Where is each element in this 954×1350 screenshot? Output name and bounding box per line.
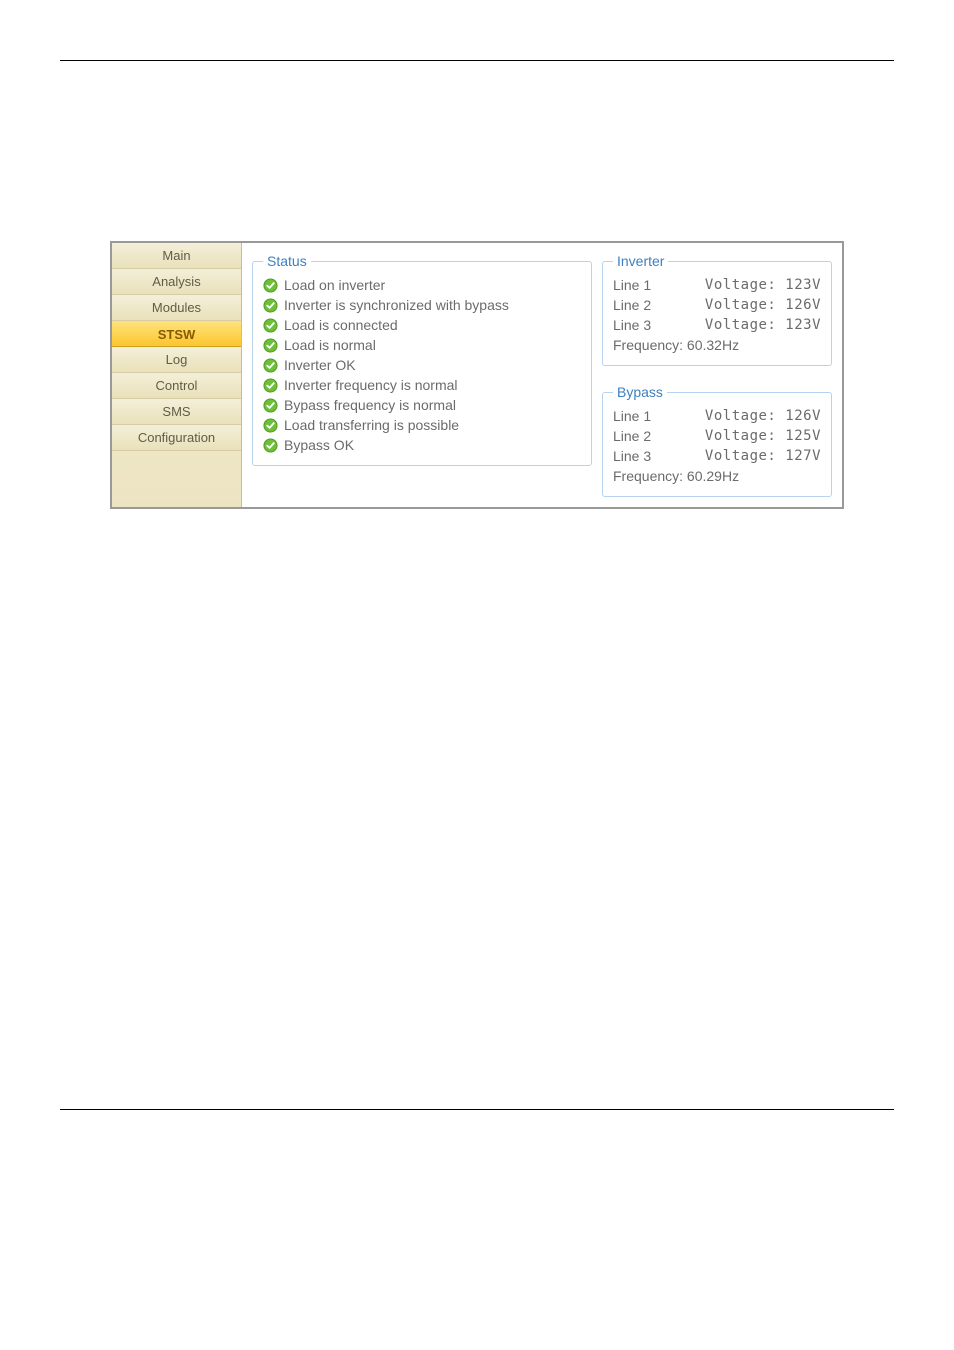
status-text: Inverter is synchronized with bypass <box>284 297 509 313</box>
ok-icon <box>263 398 278 413</box>
status-row: Load transferring is possible <box>263 415 581 435</box>
status-text: Bypass OK <box>284 437 354 453</box>
status-text: Inverter OK <box>284 357 356 373</box>
page: Main Analysis Modules STSW Log Control S… <box>0 0 954 1110</box>
ok-icon <box>263 338 278 353</box>
sidebar-item-stsw[interactable]: STSW <box>112 321 241 347</box>
line-label: Line 2 <box>613 428 673 444</box>
bypass-legend: Bypass <box>613 384 667 400</box>
bypass-line-2: Line 2 Voltage: 125V <box>613 426 821 446</box>
ok-icon <box>263 358 278 373</box>
sidebar-item-main[interactable]: Main <box>112 243 241 269</box>
inverter-line-3: Line 3 Voltage: 123V <box>613 315 821 335</box>
status-text: Inverter frequency is normal <box>284 377 458 393</box>
divider-bottom <box>60 1109 894 1110</box>
bypass-panel: Bypass Line 1 Voltage: 126V Line 2 Volta… <box>602 384 832 497</box>
status-row: Inverter OK <box>263 355 581 375</box>
status-row: Load is connected <box>263 315 581 335</box>
ok-icon <box>263 418 278 433</box>
sidebar-item-control[interactable]: Control <box>112 373 241 399</box>
status-text: Load on inverter <box>284 277 385 293</box>
inverter-line-1: Line 1 Voltage: 123V <box>613 275 821 295</box>
line-label: Line 1 <box>613 277 673 293</box>
inverter-panel: Inverter Line 1 Voltage: 123V Line 2 Vol… <box>602 253 832 366</box>
readings-column: Inverter Line 1 Voltage: 123V Line 2 Vol… <box>602 253 832 497</box>
line-value: Voltage: 125V <box>705 428 821 444</box>
ok-icon <box>263 378 278 393</box>
status-row: Inverter frequency is normal <box>263 375 581 395</box>
status-text: Load transferring is possible <box>284 417 459 433</box>
ok-icon <box>263 318 278 333</box>
line-value: Voltage: 126V <box>705 408 821 424</box>
line-value: Voltage: 123V <box>705 317 821 333</box>
ok-icon <box>263 438 278 453</box>
sidebar-item-configuration[interactable]: Configuration <box>112 425 241 451</box>
status-text: Load is connected <box>284 317 398 333</box>
sidebar-item-sms[interactable]: SMS <box>112 399 241 425</box>
status-row: Load on inverter <box>263 275 581 295</box>
line-value: Voltage: 123V <box>705 277 821 293</box>
line-label: Line 1 <box>613 408 673 424</box>
ok-icon <box>263 298 278 313</box>
bypass-line-3: Line 3 Voltage: 127V <box>613 446 821 466</box>
sidebar-item-analysis[interactable]: Analysis <box>112 269 241 295</box>
sidebar-item-log[interactable]: Log <box>112 347 241 373</box>
bypass-frequency: Frequency: 60.29Hz <box>613 466 821 486</box>
status-text: Bypass frequency is normal <box>284 397 456 413</box>
line-label: Line 3 <box>613 317 673 333</box>
line-label: Line 2 <box>613 297 673 313</box>
status-row: Load is normal <box>263 335 581 355</box>
status-panel: Status Load on inverter Inverter is sync… <box>252 253 592 466</box>
sidebar: Main Analysis Modules STSW Log Control S… <box>112 243 242 507</box>
status-column: Status Load on inverter Inverter is sync… <box>252 253 592 497</box>
line-label: Line 3 <box>613 448 673 464</box>
ok-icon <box>263 278 278 293</box>
divider-top <box>60 60 894 61</box>
line-value: Voltage: 127V <box>705 448 821 464</box>
line-value: Voltage: 126V <box>705 297 821 313</box>
status-row: Bypass OK <box>263 435 581 455</box>
bypass-line-1: Line 1 Voltage: 126V <box>613 406 821 426</box>
inverter-legend: Inverter <box>613 253 668 269</box>
status-row: Bypass frequency is normal <box>263 395 581 415</box>
status-legend: Status <box>263 253 311 269</box>
app-window: Main Analysis Modules STSW Log Control S… <box>110 241 844 509</box>
inverter-line-2: Line 2 Voltage: 126V <box>613 295 821 315</box>
sidebar-item-modules[interactable]: Modules <box>112 295 241 321</box>
content-area: Status Load on inverter Inverter is sync… <box>242 243 842 507</box>
status-row: Inverter is synchronized with bypass <box>263 295 581 315</box>
inverter-frequency: Frequency: 60.32Hz <box>613 335 821 355</box>
status-text: Load is normal <box>284 337 376 353</box>
